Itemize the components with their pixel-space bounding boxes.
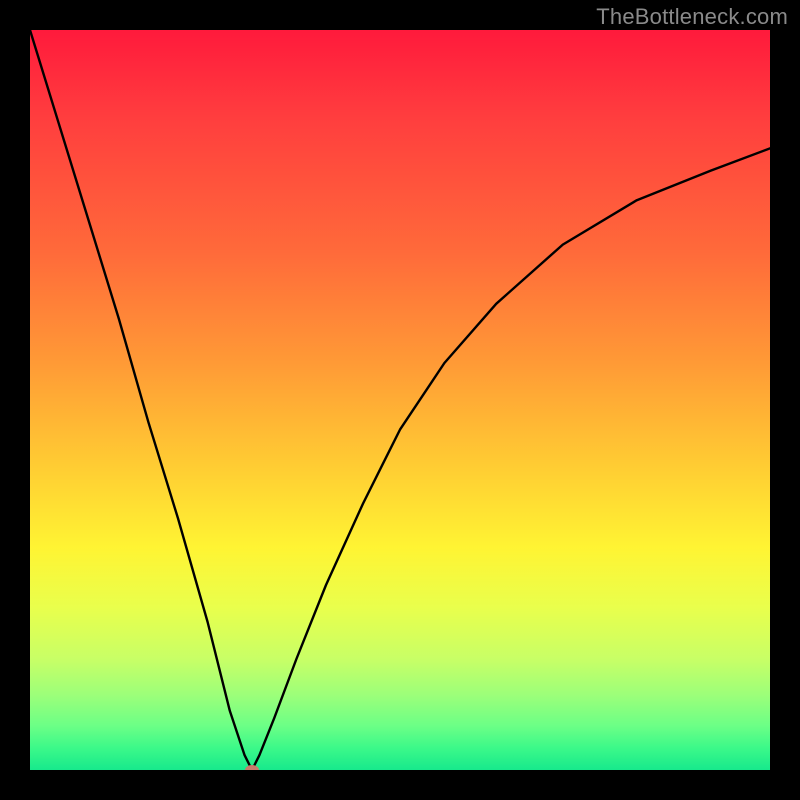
- watermark-text: TheBottleneck.com: [596, 4, 788, 30]
- chart-frame: TheBottleneck.com: [0, 0, 800, 800]
- plot-area: [30, 30, 770, 770]
- minimum-marker: [245, 765, 259, 770]
- bottleneck-curve: [30, 30, 770, 770]
